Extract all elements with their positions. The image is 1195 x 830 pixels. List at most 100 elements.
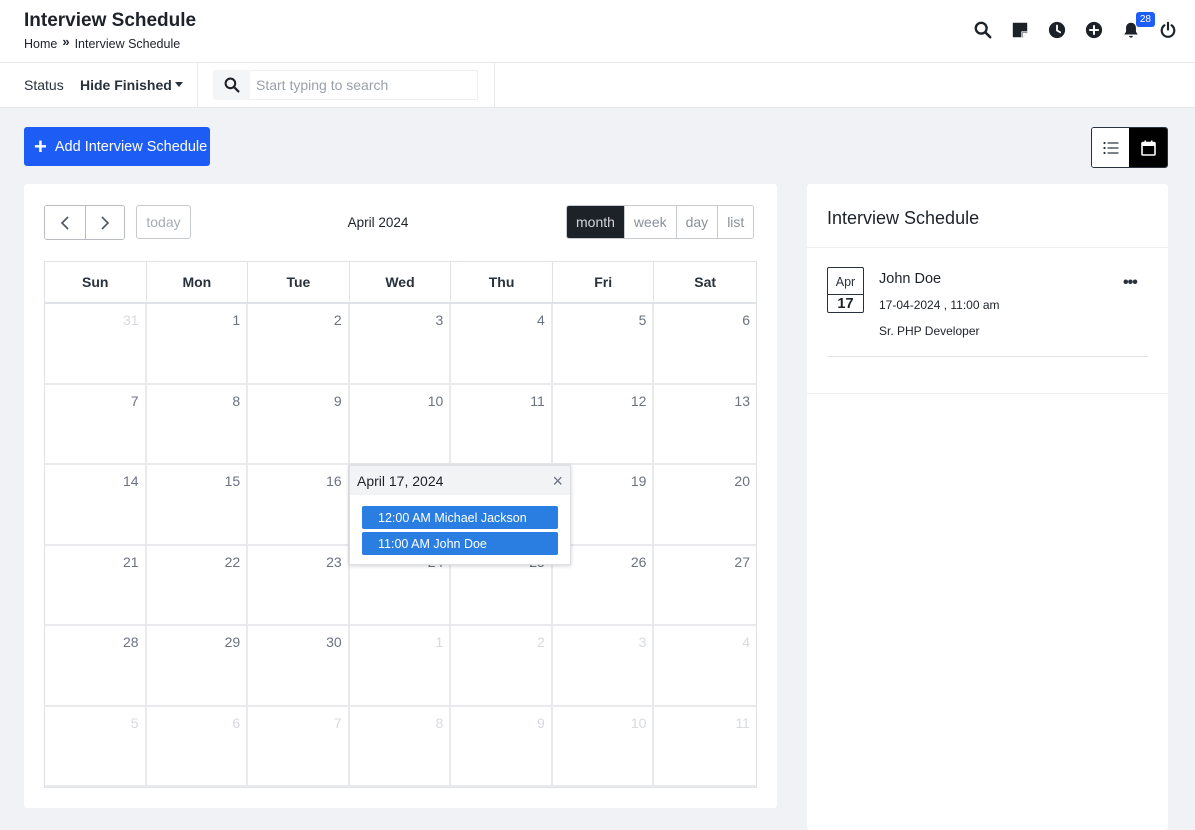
more-options-icon[interactable]: ••• xyxy=(1123,274,1138,292)
day-cell[interactable]: 27 xyxy=(654,546,756,626)
list-view-button[interactable] xyxy=(1092,128,1130,167)
event-name: Michael Jackson xyxy=(434,510,527,525)
add-button-label: Add Interview Schedule xyxy=(54,138,208,155)
search-input-icon xyxy=(213,70,251,100)
sticky-note-icon[interactable] xyxy=(1011,20,1029,40)
view-toggle xyxy=(1091,127,1168,168)
day-cell[interactable]: 12 xyxy=(552,384,655,465)
view-week-button[interactable]: week xyxy=(623,206,676,238)
calendar-event[interactable]: 11:00 AM John Doe xyxy=(362,532,558,555)
day-cell[interactable]: 10 xyxy=(349,384,452,465)
list-view-icon xyxy=(1102,141,1118,154)
day-cell[interactable]: 9 xyxy=(451,706,553,787)
top-header: Interview Schedule Home » Interview Sche… xyxy=(0,0,1195,63)
panel-divider xyxy=(807,247,1168,248)
clock-icon[interactable] xyxy=(1048,20,1066,40)
calendar-nav xyxy=(44,205,125,240)
breadcrumb-home[interactable]: Home xyxy=(24,37,57,51)
day-cell[interactable]: 30 xyxy=(248,626,350,707)
day-cell[interactable]: 1 xyxy=(146,304,249,385)
day-cell[interactable]: 29 xyxy=(146,626,249,707)
day-cell[interactable]: 3 xyxy=(552,626,655,707)
day-cell[interactable]: 6 xyxy=(146,706,249,787)
day-cell[interactable]: 2 xyxy=(451,626,553,707)
day-cell[interactable]: 21 xyxy=(45,545,147,626)
weekday-sat: Sat xyxy=(654,262,756,304)
day-cell[interactable]: 13 xyxy=(654,385,756,465)
weekday-header: Sun Mon Tue Wed Thu Fri Sat xyxy=(45,262,756,304)
calendar-title: April 2024 xyxy=(347,215,409,230)
day-cell[interactable]: 16 xyxy=(248,465,350,546)
breadcrumb: Home » Interview Schedule xyxy=(24,34,181,51)
day-cell[interactable]: 7 xyxy=(248,706,350,787)
calendar-event[interactable]: 12:00 AM Michael Jackson xyxy=(362,506,558,529)
day-cell[interactable]: 11 xyxy=(451,384,553,465)
breadcrumb-separator: » xyxy=(62,34,70,49)
next-month-button[interactable] xyxy=(84,206,124,239)
event-time: 11:00 AM xyxy=(378,536,430,551)
candidate-name[interactable]: John Doe xyxy=(879,271,941,287)
view-list-button[interactable]: list xyxy=(717,206,754,238)
day-events-popover: April 17, 2024 × 12:00 AM Michael Jackso… xyxy=(349,465,571,565)
bell-icon[interactable]: 28 xyxy=(1122,12,1155,40)
search-input[interactable] xyxy=(250,70,478,100)
prev-month-button[interactable] xyxy=(45,206,85,239)
page-title: Interview Schedule xyxy=(24,10,197,31)
weekday-tue: Tue xyxy=(248,262,350,304)
date-badge: Apr 17 xyxy=(827,267,864,313)
day-cell[interactable]: 28 xyxy=(45,626,147,707)
panel-title: Interview Schedule xyxy=(827,208,980,228)
day-cell[interactable]: 8 xyxy=(146,384,249,465)
breadcrumb-current: Interview Schedule xyxy=(74,36,181,51)
plus-circle-icon[interactable] xyxy=(1085,20,1103,40)
day-cell[interactable]: 4 xyxy=(654,626,756,707)
day-cell[interactable]: 22 xyxy=(146,545,249,626)
day-cell[interactable]: 20 xyxy=(654,465,756,546)
popover-header: April 17, 2024 × xyxy=(350,466,570,495)
filter-divider xyxy=(494,63,495,108)
weekday-mon: Mon xyxy=(146,262,249,304)
popover-date: April 17, 2024 xyxy=(357,472,444,489)
status-label: Status xyxy=(24,77,64,93)
calendar-view-button[interactable] xyxy=(1129,128,1167,167)
day-cell[interactable]: 5 xyxy=(552,304,655,385)
date-badge-day: 17 xyxy=(837,296,854,312)
panel-divider xyxy=(807,393,1168,394)
day-cell[interactable]: 31 xyxy=(45,304,147,385)
day-cell[interactable]: 6 xyxy=(654,304,756,385)
view-month-button[interactable]: month xyxy=(567,206,624,238)
view-day-button[interactable]: day xyxy=(675,206,718,238)
add-interview-schedule-button[interactable]: + Add Interview Schedule xyxy=(24,127,210,166)
day-cell[interactable]: 14 xyxy=(45,465,147,546)
day-cell[interactable]: 10 xyxy=(552,706,655,787)
date-badge-divider xyxy=(828,294,863,295)
day-cell[interactable]: 15 xyxy=(146,465,249,546)
day-cell[interactable]: 3 xyxy=(349,304,452,385)
day-cell[interactable]: 1 xyxy=(349,626,452,707)
day-cell[interactable]: 11 xyxy=(654,707,756,787)
close-icon[interactable]: × xyxy=(552,472,563,490)
day-cell[interactable]: 9 xyxy=(248,384,350,465)
weekday-thu: Thu xyxy=(451,262,553,304)
day-cell[interactable]: 7 xyxy=(45,384,147,465)
calendar-view-switcher: month week day list xyxy=(566,205,755,239)
today-button[interactable]: today xyxy=(136,205,191,239)
item-divider xyxy=(827,356,1148,357)
weekday-sun: Sun xyxy=(45,262,147,304)
plus-icon: + xyxy=(34,133,47,159)
notification-badge: 28 xyxy=(1135,12,1155,27)
day-cell[interactable]: 5 xyxy=(45,706,147,787)
status-dropdown-value: Hide Finished xyxy=(80,77,172,93)
chevron-right-icon xyxy=(101,215,109,230)
power-icon[interactable] xyxy=(1159,20,1177,40)
status-dropdown[interactable]: Hide Finished xyxy=(80,77,183,93)
chevron-left-icon xyxy=(60,215,69,230)
search-icon[interactable] xyxy=(974,20,992,40)
day-cell[interactable]: 4 xyxy=(451,304,553,385)
day-cell[interactable]: 8 xyxy=(349,706,452,787)
date-badge-month: Apr xyxy=(835,275,856,289)
day-cell[interactable]: 23 xyxy=(248,545,350,626)
day-cell[interactable]: 2 xyxy=(248,304,350,385)
event-time: 12:00 AM xyxy=(378,510,431,525)
filter-divider xyxy=(197,63,198,108)
